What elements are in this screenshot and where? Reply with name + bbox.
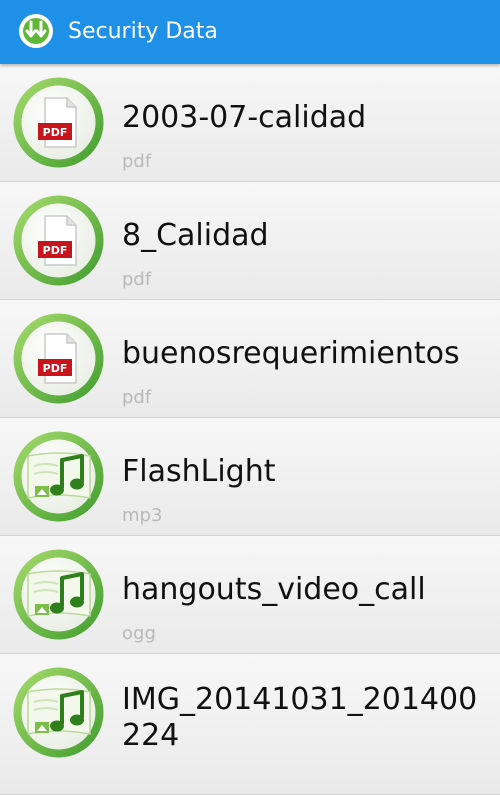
pdf-file-icon: PDF xyxy=(13,77,104,168)
svg-text:PDF: PDF xyxy=(43,244,68,257)
app-title: Security Data xyxy=(68,19,218,44)
file-extension: ogg xyxy=(122,623,156,644)
file-extension: pdf xyxy=(122,269,152,290)
music-file-icon xyxy=(13,431,104,522)
app-bar: Security Data xyxy=(0,0,500,64)
file-extension: pdf xyxy=(122,151,152,172)
file-extension: pdf xyxy=(122,387,152,408)
file-list: PDF 2003-07-calidad pdf PDF 8_Calidad pd… xyxy=(0,64,500,795)
download-arrows-icon[interactable] xyxy=(18,13,54,49)
list-item[interactable]: FlashLight mp3 xyxy=(0,418,500,536)
svg-text:PDF: PDF xyxy=(43,126,68,139)
file-name: 2003-07-calidad xyxy=(122,100,367,135)
list-item[interactable]: PDF buenosrequerimientos pdf xyxy=(0,300,500,418)
pdf-file-icon: PDF xyxy=(13,195,104,286)
file-name: IMG_20141031_201400224 xyxy=(122,682,478,753)
list-item[interactable]: PDF 2003-07-calidad pdf xyxy=(0,64,500,182)
svg-text:PDF: PDF xyxy=(43,362,68,375)
list-item[interactable]: PDF 8_Calidad pdf xyxy=(0,182,500,300)
file-name: buenosrequerimientos xyxy=(122,336,460,371)
file-name: FlashLight xyxy=(122,454,276,489)
music-file-icon xyxy=(13,549,104,640)
pdf-file-icon: PDF xyxy=(13,313,104,404)
list-item[interactable]: IMG_20141031_201400224 xyxy=(0,654,500,795)
file-name: 8_Calidad xyxy=(122,218,269,253)
list-item[interactable]: hangouts_video_call ogg xyxy=(0,536,500,654)
music-file-icon xyxy=(13,667,104,758)
file-name: hangouts_video_call xyxy=(122,572,426,607)
file-extension: mp3 xyxy=(122,505,163,526)
